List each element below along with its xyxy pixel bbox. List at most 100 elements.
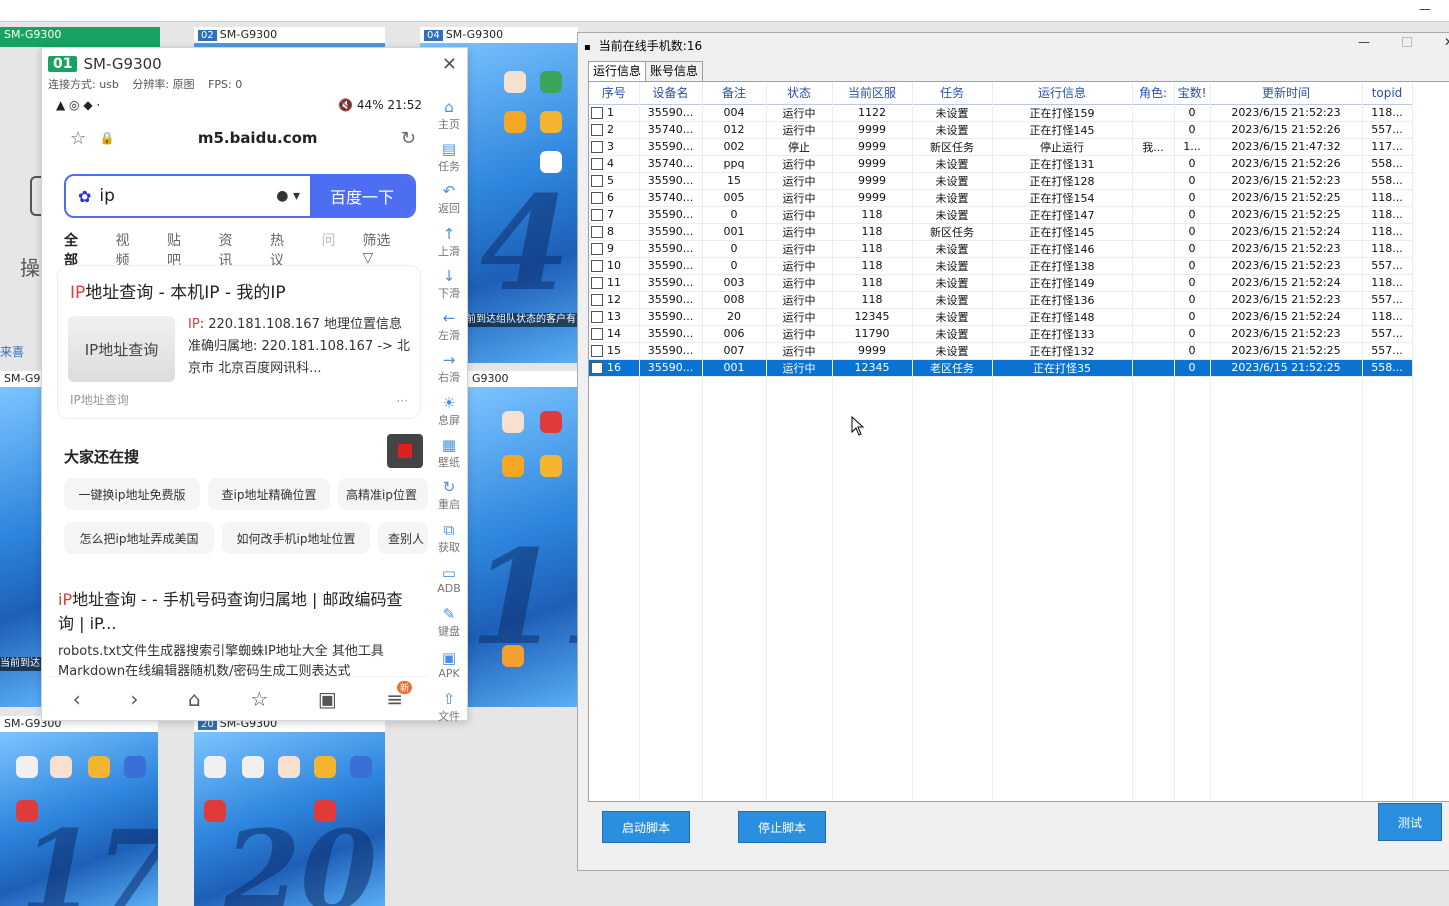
table-row[interactable]: 9 35590... 0 运行中 118 未设置 正在打怪146 0 2023/6/15 21:… bbox=[589, 240, 1413, 258]
related-chip[interactable]: 如何改手机ip地址位置 bbox=[222, 522, 370, 554]
related-chip[interactable]: 查ip地址精确位置 bbox=[208, 478, 330, 510]
sidebar-item[interactable]: ✎ 键盘 bbox=[433, 602, 465, 644]
search-input[interactable]: ✿ ip ● ▾ bbox=[66, 176, 310, 216]
test-button[interactable]: 测试 bbox=[1378, 803, 1442, 841]
tab-ask[interactable]: 问 bbox=[322, 230, 336, 270]
tile-01-header[interactable]: SM-G9300 bbox=[0, 27, 160, 47]
column-header[interactable]: 角色: bbox=[1132, 82, 1175, 105]
row-checkbox[interactable] bbox=[591, 345, 603, 357]
row-checkbox[interactable] bbox=[591, 328, 603, 340]
column-header[interactable]: 序号 bbox=[589, 82, 640, 105]
back-icon[interactable]: ‹ bbox=[73, 687, 81, 711]
tile-left-mid[interactable]: SM-G93 当前到达 bbox=[0, 371, 41, 707]
forward-icon[interactable]: › bbox=[130, 687, 138, 711]
sidebar-item[interactable]: ↓ 下滑 bbox=[433, 263, 465, 305]
column-header[interactable]: 运行信息 bbox=[992, 82, 1133, 105]
column-header[interactable]: 状态 bbox=[766, 82, 833, 105]
sidebar-item[interactable]: ⌂ 主页 bbox=[433, 94, 465, 136]
row-checkbox[interactable] bbox=[591, 311, 603, 323]
row-checkbox[interactable] bbox=[591, 175, 603, 187]
table-row[interactable]: 6 35740... 005 运行中 9999 未设置 正在打怪154 0 2023/6/15 … bbox=[589, 189, 1413, 207]
column-header[interactable]: 设备名 bbox=[639, 82, 703, 105]
sidebar-item[interactable]: ⧉ 获取 bbox=[433, 517, 465, 559]
tabs-icon[interactable]: ▣ bbox=[318, 687, 337, 711]
table-row[interactable]: 3 35590... 002 停止 9999 新区任务 停止运行 我... 1... 2023/6… bbox=[589, 138, 1413, 156]
url-bar[interactable]: ☆ 🔒 m5.baidu.com ↻ bbox=[48, 116, 428, 160]
row-checkbox[interactable] bbox=[591, 294, 603, 306]
tile-02[interactable]: 02 SM-G9300 bbox=[194, 27, 385, 47]
sidebar-item[interactable]: → 右滑 bbox=[433, 348, 465, 390]
tab-filter[interactable]: 筛选 ▽ bbox=[363, 230, 424, 270]
column-header[interactable]: 当前区服 bbox=[832, 82, 913, 105]
sidebar-item[interactable]: ▤ 任务 bbox=[433, 136, 465, 178]
left-link[interactable]: 来喜 bbox=[0, 343, 24, 360]
table-row[interactable]: 1 35590... 004 运行中 1122 未设置 正在打怪159 0 2023/6/15 … bbox=[589, 104, 1413, 122]
table-row[interactable]: 8 35590... 001 运行中 118 新区任务 正在打怪145 0 2023/6/15 … bbox=[589, 223, 1413, 241]
tile-11[interactable]: G9300 11 bbox=[468, 371, 578, 707]
column-header[interactable]: 更新时间 bbox=[1210, 82, 1363, 105]
tab-all[interactable]: 全部 bbox=[64, 230, 89, 270]
tab-run-info[interactable]: 运行信息 bbox=[588, 61, 647, 82]
home-icon[interactable]: ⌂ bbox=[188, 687, 201, 711]
close-icon[interactable]: ✕ bbox=[442, 54, 457, 75]
record-button[interactable] bbox=[387, 434, 423, 468]
column-header[interactable]: 备注 bbox=[702, 82, 767, 105]
row-checkbox[interactable] bbox=[591, 277, 603, 289]
maximize-button[interactable] bbox=[1402, 37, 1412, 47]
sidebar-item[interactable]: ↻ 重启 bbox=[433, 475, 465, 517]
table-row[interactable]: 7 35590... 0 运行中 118 未设置 正在打怪147 0 2023/6/15 21:… bbox=[589, 206, 1413, 224]
result-title[interactable]: IP地址查询 - 本机IP - 我的IP bbox=[70, 278, 286, 303]
table-row[interactable]: 16 35590... 001 运行中 12345 老区任务 正在打怪35 0 2023/6/1… bbox=[589, 359, 1413, 377]
result-source[interactable]: IP地址查询 bbox=[70, 391, 129, 408]
sidebar-item[interactable]: ↶ 返回 bbox=[433, 179, 465, 221]
device-grid[interactable]: 序号 设备名 备注 状态 当前区服 任务 运行信息 角色: 宝数! 更新时间 topid 1 3559… bbox=[588, 81, 1449, 802]
column-header[interactable]: 任务 bbox=[912, 82, 993, 105]
sidebar-item[interactable]: ▦ 壁纸 bbox=[433, 432, 465, 474]
tab-account-info[interactable]: 账号信息 bbox=[645, 61, 704, 81]
mic-icon[interactable]: ● ▾ bbox=[276, 188, 300, 204]
table-row[interactable]: 2 35740... 012 运行中 9999 未设置 正在打怪145 0 2023/6/15 … bbox=[589, 121, 1413, 139]
tab-news[interactable]: 资讯 bbox=[219, 230, 244, 270]
related-chip[interactable]: 一键换ip地址免费版 bbox=[64, 478, 200, 510]
tab-discuss[interactable]: 热议 bbox=[270, 230, 295, 270]
table-row[interactable]: 13 35590... 20 运行中 12345 未设置 正在打怪148 0 2023/6/15… bbox=[589, 308, 1413, 326]
row-checkbox[interactable] bbox=[591, 107, 603, 119]
column-header[interactable]: 宝数! bbox=[1174, 82, 1211, 105]
result-card[interactable]: IP地址查询 - 本机IP - 我的IP IP地址查询 IP: 220.181.… bbox=[58, 266, 420, 418]
row-checkbox[interactable] bbox=[591, 192, 603, 204]
search-button[interactable]: 百度一下 bbox=[310, 176, 414, 216]
table-row[interactable]: 14 35590... 006 运行中 11790 未设置 正在打怪133 0 2023/6/1… bbox=[589, 325, 1413, 343]
sidebar-item[interactable]: ⇧ 文件 bbox=[433, 686, 465, 728]
row-checkbox[interactable] bbox=[591, 226, 603, 238]
row-checkbox[interactable] bbox=[591, 141, 603, 153]
result-title[interactable]: iP地址查询 - - 手机号码查询归属地 | 邮政编码查询 | iP... bbox=[58, 588, 414, 636]
table-row[interactable]: 15 35590... 007 运行中 9999 未设置 正在打怪132 0 2023/6/15… bbox=[589, 342, 1413, 360]
more-icon[interactable]: ··· bbox=[397, 394, 408, 408]
refresh-icon[interactable]: ↻ bbox=[401, 128, 416, 149]
related-chip[interactable]: 高精准ip位置 bbox=[338, 478, 428, 510]
sidebar-item[interactable]: ← 左滑 bbox=[433, 305, 465, 347]
start-script-button[interactable]: 启动脚本 bbox=[602, 811, 690, 843]
row-checkbox[interactable] bbox=[591, 260, 603, 272]
tile-20[interactable]: 20 SM-G9300 20 bbox=[194, 716, 385, 906]
tile-17[interactable]: SM-G9300 17 bbox=[0, 716, 158, 906]
row-checkbox[interactable] bbox=[591, 243, 603, 255]
table-row[interactable]: 5 35590... 15 运行中 9999 未设置 正在打怪128 0 2023/6/15 2… bbox=[589, 172, 1413, 190]
related-chip[interactable]: 怎么把ip地址弄成美国 bbox=[64, 522, 214, 554]
minimize-button[interactable]: — bbox=[1358, 35, 1370, 49]
row-checkbox[interactable] bbox=[591, 209, 603, 221]
row-checkbox[interactable] bbox=[591, 362, 603, 374]
favorites-icon[interactable]: ☆ bbox=[250, 687, 268, 711]
minimize-icon[interactable]: — bbox=[1419, 2, 1431, 16]
table-row[interactable]: 4 35740... ppq 运行中 9999 未设置 正在打怪131 0 2023/6/15 … bbox=[589, 155, 1413, 173]
close-button[interactable]: ✕ bbox=[1444, 35, 1449, 49]
sidebar-item[interactable]: ▭ ADB bbox=[433, 559, 465, 601]
sidebar-item[interactable]: ▣ APK bbox=[433, 644, 465, 686]
table-row[interactable]: 10 35590... 0 运行中 118 未设置 正在打怪138 0 2023/6/15 21… bbox=[589, 257, 1413, 275]
row-checkbox[interactable] bbox=[591, 124, 603, 136]
phone-screen[interactable]: ▲ ◎ ◆ · 🔇 44% 21:52 ☆ 🔒 m5.baidu.com ↻ ✿… bbox=[48, 94, 428, 720]
row-checkbox[interactable] bbox=[591, 158, 603, 170]
stop-script-button[interactable]: 停止脚本 bbox=[738, 811, 826, 843]
star-icon[interactable]: ☆ bbox=[70, 128, 86, 149]
table-row[interactable]: 11 35590... 003 运行中 118 未设置 正在打怪149 0 2023/6/15 … bbox=[589, 274, 1413, 292]
